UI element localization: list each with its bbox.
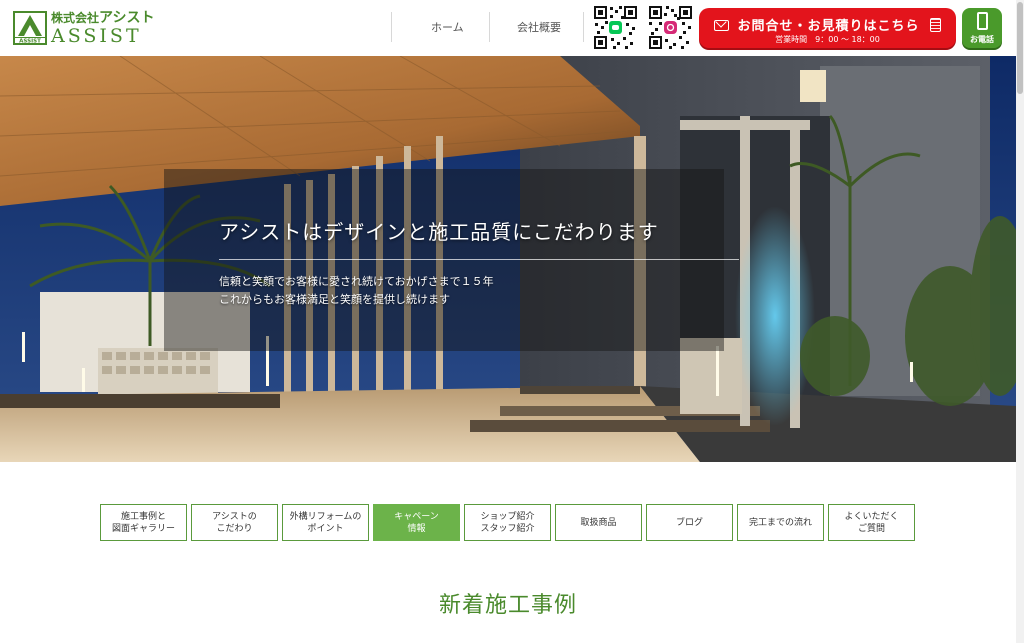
menu-tile-blog[interactable]: ブログ [646,504,733,541]
nav-divider [583,12,584,42]
menu-tile-shop-staff[interactable]: ショップ紹介 スタッフ紹介 [464,504,551,541]
line-qr-code[interactable] [592,4,639,51]
logo-mark-text: ASSIST [19,39,41,45]
calculator-icon [929,18,941,32]
hero-title: アシストはデザインと施工品質にこだわります [219,220,659,244]
business-hours: 営業時間 9：00 ～ 18：00 [775,35,880,44]
contact-label: お問合せ・お見積りはこちら [737,19,920,34]
menu-tile-products[interactable]: 取扱商品 [555,504,642,541]
hero-banner: アシストはデザインと施工品質にこだわります 信頼と笑顔でお客様に愛され続けておか… [0,56,1016,462]
nav-home[interactable]: ホーム [431,19,464,35]
phone-button[interactable]: お電話 [962,8,1002,48]
smartphone-icon [977,12,988,30]
menu-tile-reform-points[interactable]: 外構リフォームの ポイント [282,504,369,541]
logo-company-name: アシスト [99,9,155,26]
hero-subtitle-line-1: 信頼と笑顔でお客様に愛され続けておかげさまで１５年 [219,275,494,288]
page-scrollbar[interactable] [1016,0,1024,643]
nav-divider [489,12,490,42]
section-title-new-works: 新着施工事例 [438,593,577,618]
instagram-qr-code[interactable] [647,4,694,51]
logo-brand: ASSIST [51,24,142,47]
menu-tile-campaign[interactable]: キャペーン 情報 [373,504,460,541]
hero-text-overlay [164,169,724,351]
phone-label: お電話 [970,35,994,44]
menu-tile-gallery[interactable]: 施工事例と 図面ギャラリー [100,504,187,541]
nav-divider [391,12,392,42]
hero-divider [219,259,739,260]
menu-tile-flow[interactable]: 完工までの流れ [737,504,824,541]
site-logo[interactable]: ASSIST 株式会社アシスト ASSIST [13,9,154,47]
site-header: ASSIST 株式会社アシスト ASSIST ホーム 会社概要 お問合せ・お見積… [0,0,1024,56]
logo-company-prefix: 株式会社 [51,10,100,25]
menu-tile-faq[interactable]: よくいただく ご質問 [828,504,915,541]
nav-company[interactable]: 会社概要 [517,19,561,35]
menu-tile-commitment[interactable]: アシストの こだわり [191,504,278,541]
mail-icon [714,20,730,31]
scrollbar-thumb[interactable] [1017,2,1023,94]
logo-mark-icon: ASSIST [13,11,47,45]
contact-estimate-button[interactable]: お問合せ・お見積りはこちら 営業時間 9：00 ～ 18：00 [699,8,956,48]
hero-subtitle-line-2: これからもお客様満足と笑顔を提供し続けます [219,293,450,306]
category-menu: 施工事例と 図面ギャラリー アシストの こだわり 外構リフォームの ポイント キ… [100,504,915,541]
instagram-icon [664,21,677,34]
